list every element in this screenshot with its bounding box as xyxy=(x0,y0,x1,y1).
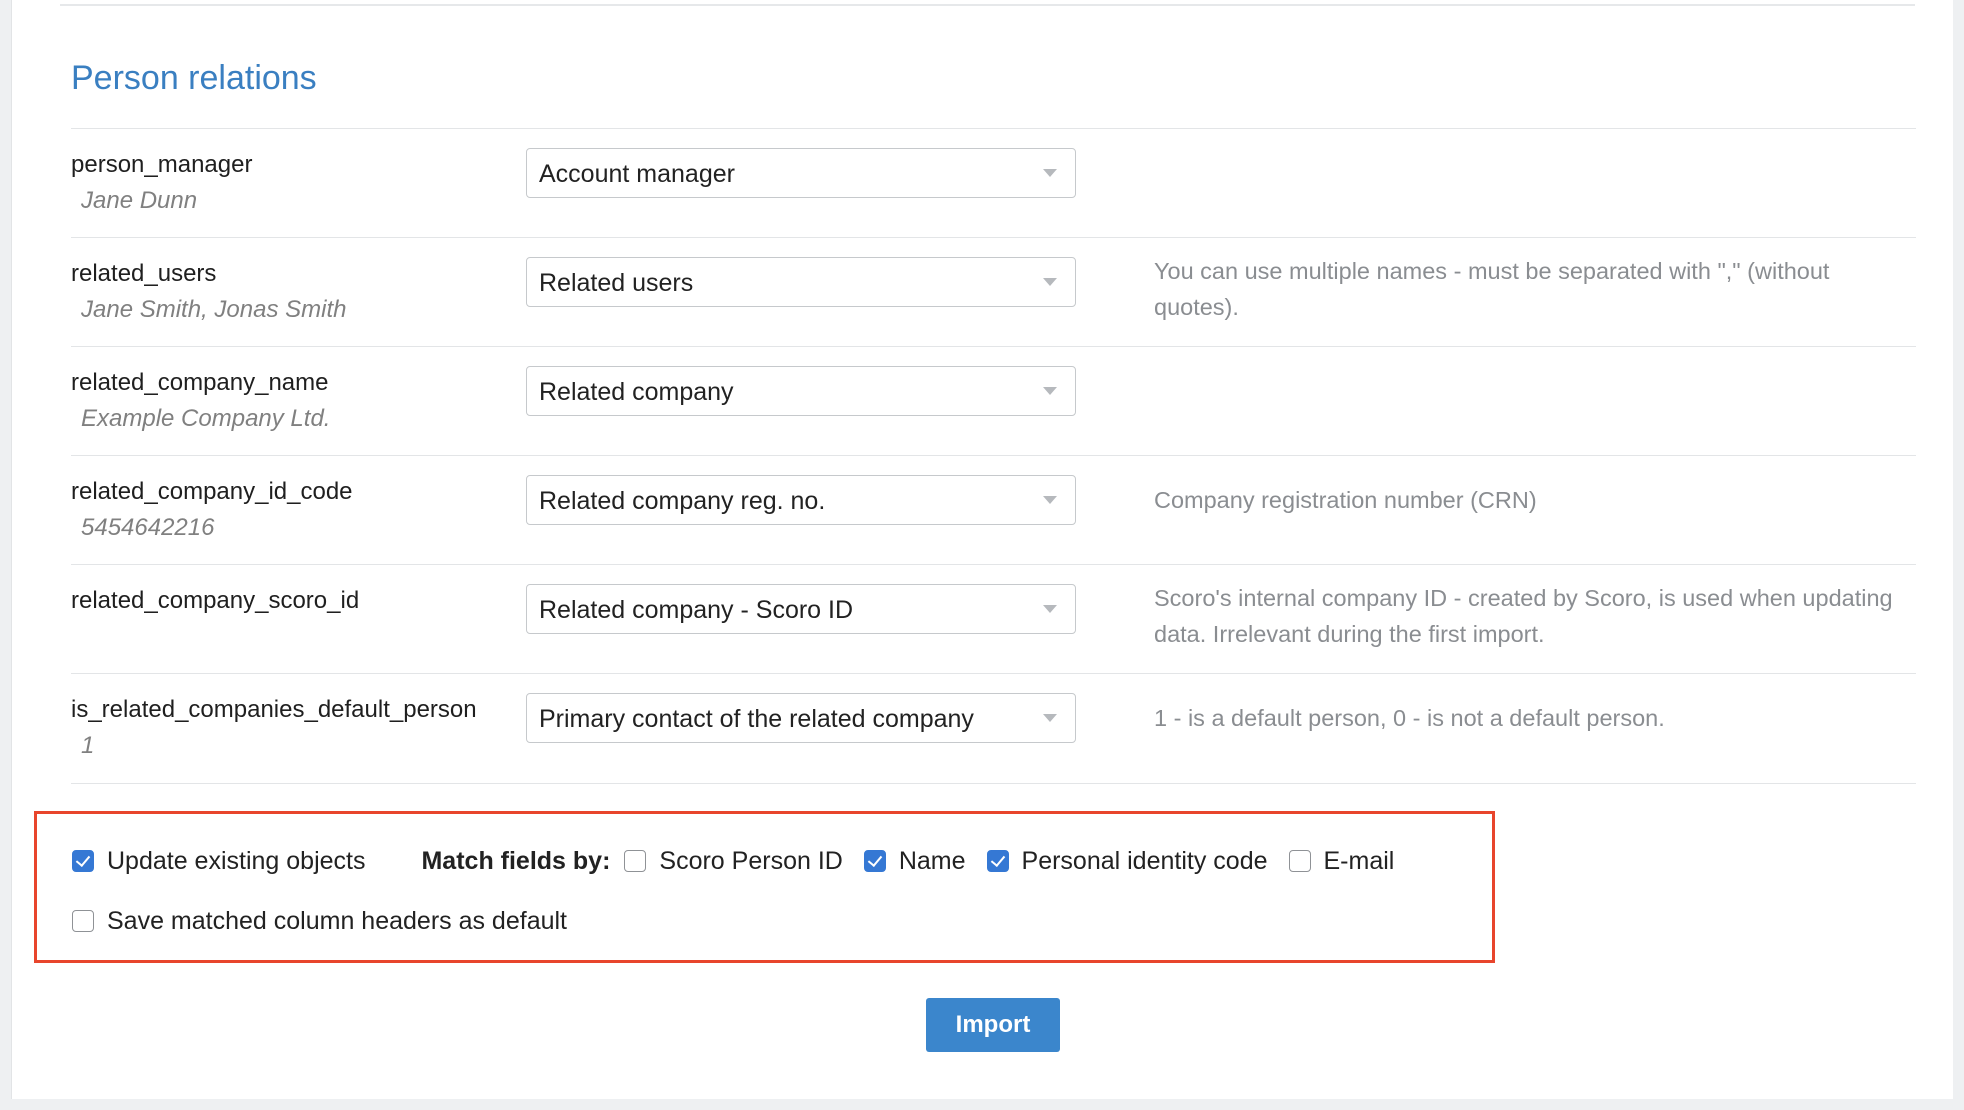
update-existing-label: Update existing objects xyxy=(107,846,366,875)
column-select[interactable]: Related company reg. no. xyxy=(526,475,1076,525)
match-personal-identity-code-checkbox[interactable] xyxy=(986,850,1009,872)
save-headers-label: Save matched column headers as default xyxy=(107,906,567,935)
field-example: 1 xyxy=(81,732,95,759)
mapping-row-related-users: related_users Jane Smith, Jonas Smith Re… xyxy=(71,237,1916,346)
save-headers-row: Save matched column headers as default xyxy=(72,904,588,938)
section-title: Person relations xyxy=(71,59,317,97)
mapping-row-is-related-companies-default-person: is_related_companies_default_person 1 Pr… xyxy=(71,673,1916,784)
match-name-checkbox[interactable] xyxy=(863,850,886,872)
import-options-row: Update existing objects Match fields by:… xyxy=(72,844,1415,878)
caret-down-icon xyxy=(1043,605,1057,613)
select-value: Related users xyxy=(539,269,694,297)
field-hint: You can use multiple names - must be sep… xyxy=(1154,258,1830,320)
select-value: Related company reg. no. xyxy=(539,487,826,515)
mapping-row-related-company-name: related_company_name Example Company Ltd… xyxy=(71,346,1916,455)
caret-down-icon xyxy=(1043,278,1057,286)
match-scoro-person-id-option[interactable]: Scoro Person ID xyxy=(624,846,843,876)
select-value: Related company - Scoro ID xyxy=(539,596,854,624)
match-fields-label: Match fields by: xyxy=(421,846,611,875)
select-value: Primary contact of the related company xyxy=(539,705,974,733)
field-name: person_manager xyxy=(71,151,253,178)
save-headers-option[interactable]: Save matched column headers as default xyxy=(72,907,567,936)
match-personal-identity-code-option[interactable]: Personal identity code xyxy=(986,846,1268,876)
field-hint: Scoro's internal company ID - created by… xyxy=(1154,585,1893,647)
column-select[interactable]: Related users xyxy=(526,257,1076,307)
field-example: 5454642216 xyxy=(81,514,215,541)
match-email-option[interactable]: E-mail xyxy=(1288,846,1395,876)
field-example: Jane Smith, Jonas Smith xyxy=(81,296,347,323)
column-select[interactable]: Account manager xyxy=(526,148,1076,198)
match-name-option[interactable]: Name xyxy=(863,846,966,876)
field-example: Jane Dunn xyxy=(81,187,198,214)
caret-down-icon xyxy=(1043,496,1057,504)
caret-down-icon xyxy=(1043,714,1057,722)
match-email-checkbox[interactable] xyxy=(1288,850,1311,872)
top-divider xyxy=(60,4,1915,6)
mapping-row-related-company-scoro-id: related_company_scoro_id Related company… xyxy=(71,564,1916,673)
mapping-row-related-company-id-code: related_company_id_code 5454642216 Relat… xyxy=(71,455,1916,564)
field-hint: 1 - is a default person, 0 - is not a de… xyxy=(1154,705,1665,731)
import-panel: Person relations person_manager Jane Dun… xyxy=(11,0,1953,1099)
match-scoro-person-id-label: Scoro Person ID xyxy=(659,846,843,875)
caret-down-icon xyxy=(1043,169,1057,177)
column-select[interactable]: Related company - Scoro ID xyxy=(526,584,1076,634)
import-button[interactable]: Import xyxy=(926,998,1060,1052)
field-mapping-list: person_manager Jane Dunn Account manager… xyxy=(71,128,1916,784)
field-name: related_company_id_code xyxy=(71,478,353,505)
match-name-label: Name xyxy=(898,846,966,875)
field-name: related_company_scoro_id xyxy=(71,587,360,614)
field-name: is_related_companies_default_person xyxy=(71,696,477,723)
match-personal-identity-code-label: Personal identity code xyxy=(1021,846,1268,875)
mapping-row-person-manager: person_manager Jane Dunn Account manager xyxy=(71,128,1916,237)
save-headers-checkbox[interactable] xyxy=(72,910,94,932)
field-example: Example Company Ltd. xyxy=(81,405,331,432)
field-hint: Company registration number (CRN) xyxy=(1154,487,1537,513)
match-email-label: E-mail xyxy=(1323,846,1395,875)
caret-down-icon xyxy=(1043,387,1057,395)
column-select[interactable]: Primary contact of the related company xyxy=(526,693,1076,743)
update-existing-checkbox[interactable] xyxy=(72,850,94,872)
select-value: Related company xyxy=(539,378,734,406)
field-name: related_users xyxy=(71,260,217,287)
match-scoro-person-id-checkbox[interactable] xyxy=(624,850,647,872)
field-name: related_company_name xyxy=(71,369,329,396)
import-options-highlight: Update existing objects Match fields by:… xyxy=(34,811,1495,963)
update-existing-option[interactable]: Update existing objects xyxy=(72,847,365,876)
select-value: Account manager xyxy=(539,160,735,188)
column-select[interactable]: Related company xyxy=(526,366,1076,416)
